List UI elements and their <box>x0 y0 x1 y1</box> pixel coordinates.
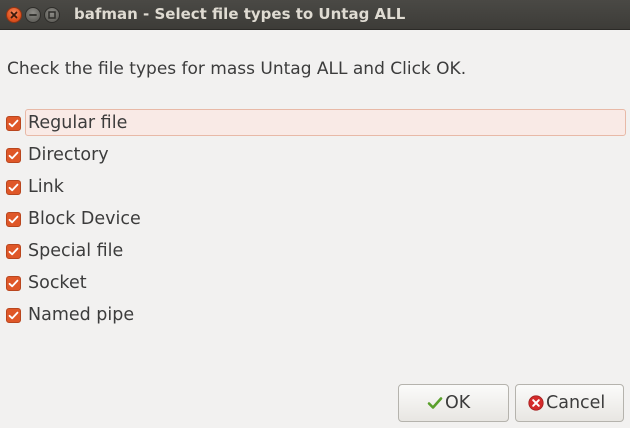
option-label: Named pipe <box>28 305 135 325</box>
checkbox-socket[interactable] <box>6 276 21 291</box>
checkbox-link[interactable] <box>6 180 21 195</box>
checkbox-named-pipe[interactable] <box>6 308 21 323</box>
option-label: Directory <box>28 145 109 165</box>
dialog-window: bafman - Select file types to Untag ALL … <box>0 0 630 428</box>
checkbox-directory[interactable] <box>6 148 21 163</box>
checkmark-icon <box>8 279 19 288</box>
ok-button[interactable]: OK <box>398 384 509 422</box>
checkmark-icon <box>427 397 443 409</box>
option-label: Socket <box>28 273 87 293</box>
checkmark-icon <box>8 119 19 128</box>
option-label: Link <box>28 177 64 197</box>
option-label: Block Device <box>28 209 141 229</box>
option-regular-file[interactable]: Regular file <box>0 108 630 140</box>
focus-highlight: Regular file <box>25 109 626 136</box>
close-icon <box>10 11 18 19</box>
title-bar[interactable]: bafman - Select file types to Untag ALL <box>0 0 630 30</box>
checkbox-special-file[interactable] <box>6 244 21 259</box>
checkmark-icon <box>8 215 19 224</box>
window-close-button[interactable] <box>6 7 22 23</box>
checkmark-icon <box>8 151 19 160</box>
instruction-text: Check the file types for mass Untag ALL … <box>7 59 467 79</box>
ok-button-label: OK <box>445 393 471 413</box>
option-label: Regular file <box>28 113 128 133</box>
option-link[interactable]: Link <box>0 172 630 204</box>
window-maximize-button[interactable] <box>44 7 60 23</box>
cancel-button-label: Cancel <box>546 393 606 413</box>
option-named-pipe[interactable]: Named pipe <box>0 300 630 332</box>
cancel-icon <box>528 395 544 411</box>
window-title: bafman - Select file types to Untag ALL <box>74 5 406 23</box>
checkmark-icon <box>8 183 19 192</box>
option-special-file[interactable]: Special file <box>0 236 630 268</box>
window-minimize-button[interactable] <box>25 7 41 23</box>
maximize-icon <box>48 11 56 19</box>
minimize-icon <box>29 14 37 16</box>
checkbox-block-device[interactable] <box>6 212 21 227</box>
option-socket[interactable]: Socket <box>0 268 630 300</box>
cancel-button[interactable]: Cancel <box>515 384 624 422</box>
option-block-device[interactable]: Block Device <box>0 204 630 236</box>
option-directory[interactable]: Directory <box>0 140 630 172</box>
checkmark-icon <box>8 247 19 256</box>
checkbox-regular-file[interactable] <box>6 116 21 131</box>
option-label: Special file <box>28 241 124 261</box>
checkmark-icon <box>8 311 19 320</box>
